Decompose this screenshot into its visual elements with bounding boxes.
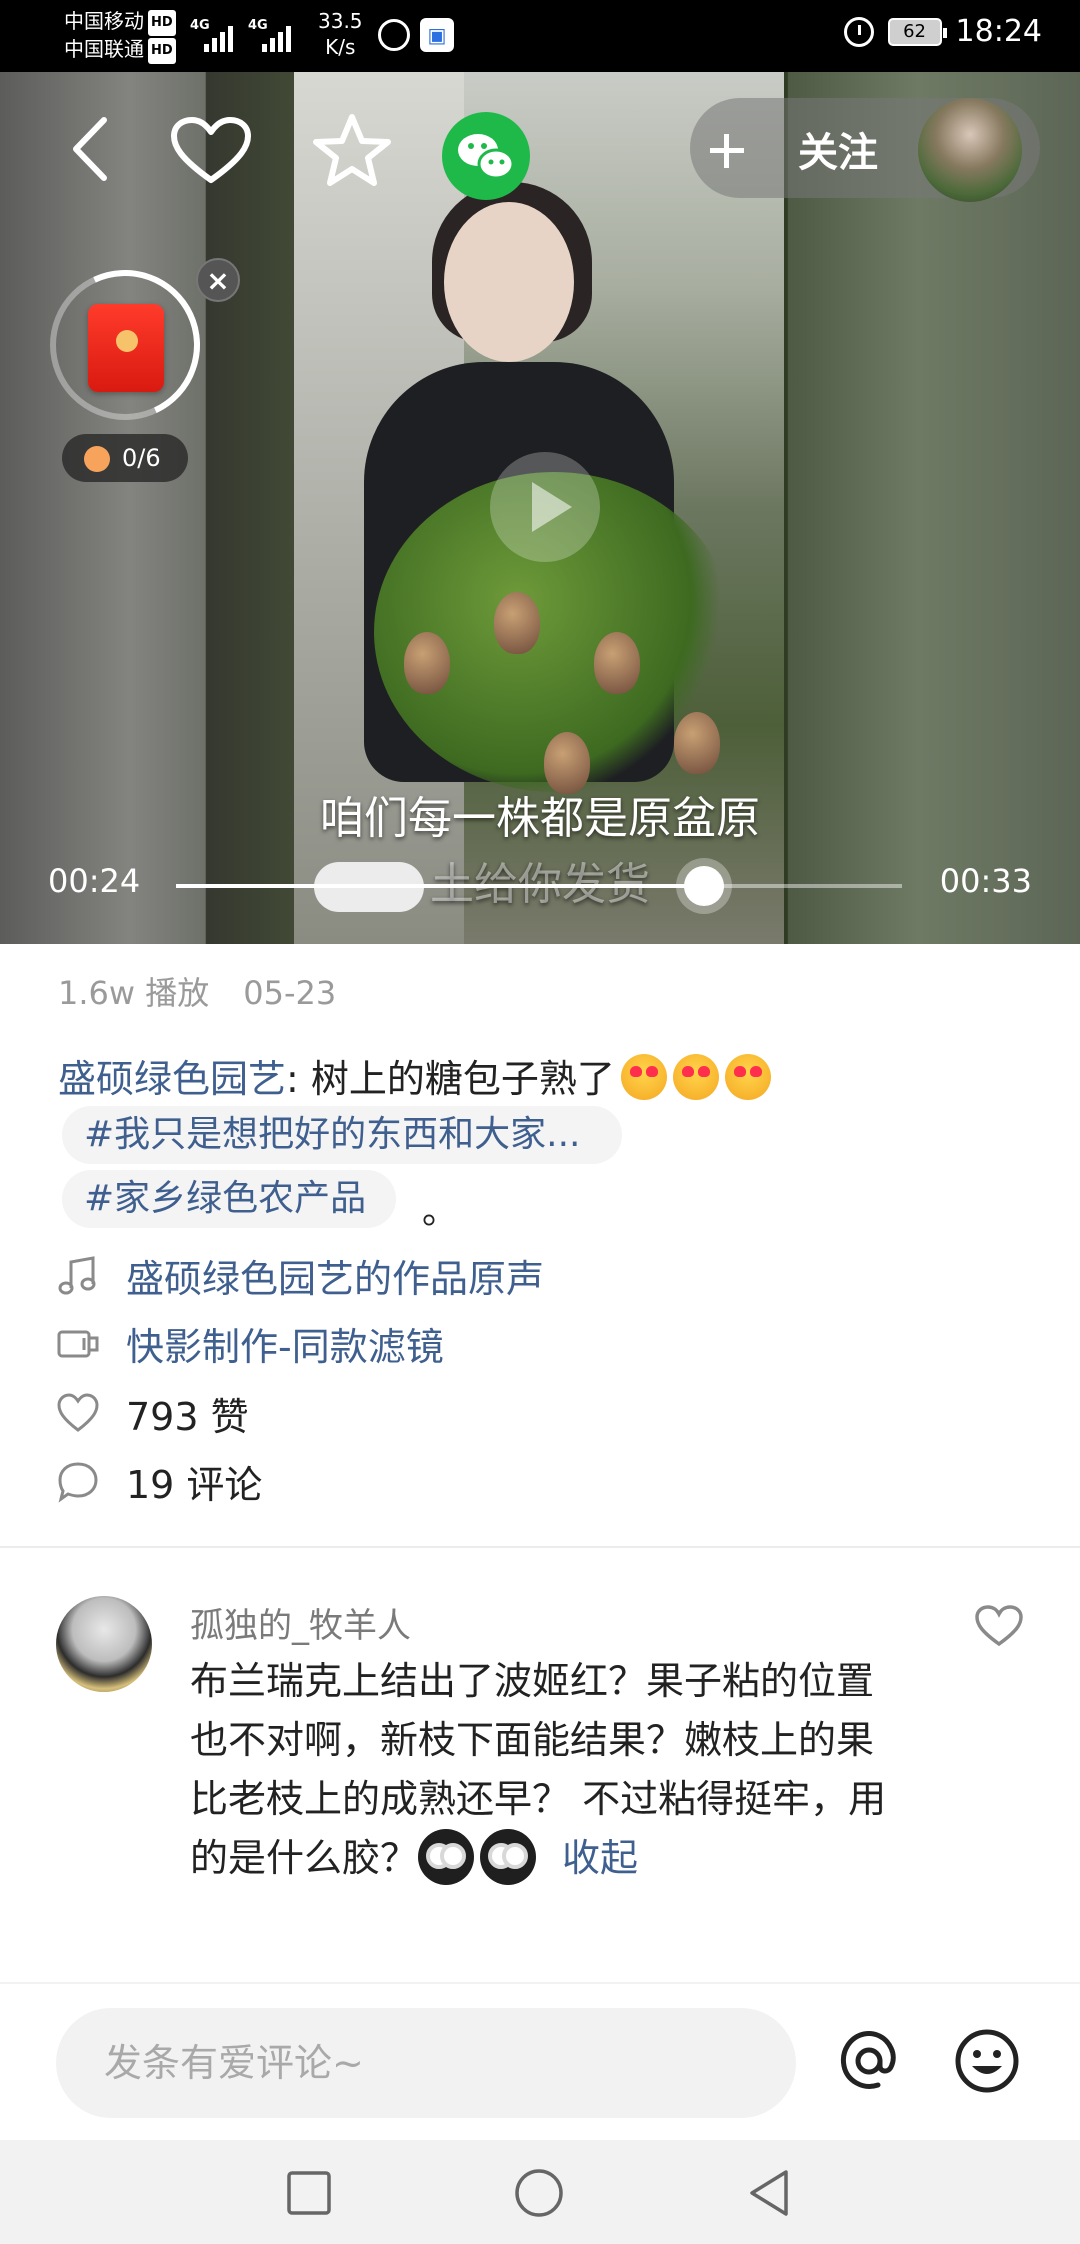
star-icon bbox=[313, 114, 391, 186]
video-editor-icon bbox=[57, 1330, 99, 1357]
music-link[interactable]: 盛硕绿色园艺的作品原声 bbox=[56, 1248, 544, 1303]
follow-label: 关注 bbox=[798, 130, 878, 176]
caption-text: : 树上的糖包子熟了 bbox=[286, 1057, 615, 1101]
author-avatar[interactable] bbox=[918, 98, 1022, 202]
app-notification-icon: ▣ bbox=[420, 18, 454, 52]
network-type-2: 4G bbox=[248, 18, 268, 33]
speed-value: 33.5 bbox=[318, 9, 363, 33]
status-bar: 中国移动 HD 中国联通 HD 4G 4G 33.5 K/s ▣ 62 18:24 bbox=[0, 0, 1080, 72]
play-count: 1.6w 播放 bbox=[58, 974, 210, 1012]
owl-sticker-icon bbox=[480, 1829, 537, 1885]
recents-button[interactable] bbox=[286, 2170, 332, 2220]
tool-label: 快影制作-同款滤镜 bbox=[126, 1325, 444, 1369]
redpacket-count: 0/6 bbox=[62, 434, 188, 482]
heart-eyes-emoji-icon bbox=[672, 1054, 719, 1100]
owl-sticker-icon bbox=[418, 1829, 475, 1885]
at-sign-icon bbox=[840, 2031, 896, 2089]
coin-star-icon bbox=[84, 446, 110, 472]
heart-eyes-emoji-icon bbox=[724, 1054, 771, 1100]
emoji-button[interactable] bbox=[952, 2026, 1022, 2100]
mention-button[interactable] bbox=[834, 2026, 904, 2100]
comment-input-bar: 发条有爱评论~ bbox=[0, 1982, 1080, 2140]
redpacket-icon[interactable] bbox=[88, 304, 164, 392]
speed-unit: K/s bbox=[325, 35, 356, 59]
collapse-link[interactable]: 收起 bbox=[562, 1836, 638, 1880]
alarm-icon bbox=[843, 16, 874, 47]
loading-circle-icon bbox=[378, 19, 410, 51]
carrier-2: 中国联通 bbox=[64, 37, 144, 61]
tool-link[interactable]: 快影制作-同款滤镜 bbox=[56, 1316, 444, 1371]
signal-icon: 4G bbox=[248, 18, 296, 52]
battery-icon: 62 bbox=[887, 17, 947, 46]
smiley-icon bbox=[955, 2029, 1019, 2093]
wechat-icon bbox=[458, 134, 515, 180]
hashtag-2[interactable]: #家乡绿色农产品 bbox=[62, 1170, 396, 1228]
comment-count-row[interactable]: 19 评论 bbox=[56, 1454, 262, 1509]
wechat-share-button[interactable] bbox=[442, 112, 530, 200]
hashtag-1[interactable]: #我只是想把好的东西和大家... bbox=[62, 1106, 622, 1164]
status-icons: ▣ bbox=[378, 18, 454, 52]
commenter-name[interactable]: 孤独的_牧羊人 bbox=[190, 1598, 411, 1647]
total-time: 00:33 bbox=[939, 862, 1032, 900]
author-link[interactable]: 盛硕绿色园艺 bbox=[58, 1057, 286, 1101]
hd-badge: HD bbox=[148, 38, 176, 64]
redpacket-count-label: 0/6 bbox=[122, 444, 161, 472]
comment-count: 19 评论 bbox=[126, 1463, 263, 1507]
heart-eyes-emoji-icon bbox=[620, 1054, 667, 1100]
triangle-back-icon bbox=[750, 2170, 788, 2216]
progress-bar[interactable] bbox=[176, 866, 902, 906]
post-date: 05-23 bbox=[243, 974, 337, 1012]
back-nav-button[interactable] bbox=[746, 2168, 792, 2222]
status-right: 62 18:24 bbox=[843, 14, 1042, 49]
video-caption: 盛硕绿色园艺: 树上的糖包子熟了 bbox=[58, 1048, 771, 1103]
like-count-row[interactable]: 793 赞 bbox=[56, 1386, 249, 1441]
play-icon[interactable] bbox=[490, 452, 600, 562]
favorite-button[interactable] bbox=[312, 112, 392, 188]
signal-icon: 4G bbox=[190, 18, 238, 52]
comment-like-button[interactable] bbox=[974, 1604, 1024, 1652]
network-speed: 33.5 K/s bbox=[318, 8, 363, 60]
network-type-1: 4G bbox=[190, 18, 210, 33]
clock: 18:24 bbox=[955, 14, 1042, 49]
circle-icon bbox=[515, 2169, 563, 2217]
home-button[interactable] bbox=[514, 2168, 564, 2222]
heart-icon bbox=[171, 117, 251, 183]
section-divider bbox=[0, 1546, 1080, 1548]
hd-badge: HD bbox=[148, 10, 176, 36]
music-note-icon bbox=[58, 1255, 96, 1294]
subtitle-line-1: 咱们每一株都是原盆原 bbox=[320, 793, 760, 844]
subtitle-line-2: 土给你发货 bbox=[430, 859, 650, 910]
comment-body: 布兰瑞克上结出了波姬红？果子粘的位置也不对啊，新枝下面能结果？嫩枝上的果比老枝上… bbox=[190, 1652, 910, 1888]
close-icon[interactable]: × bbox=[196, 258, 240, 302]
comment-bubble-icon bbox=[58, 1461, 98, 1503]
commenter-avatar[interactable] bbox=[56, 1596, 152, 1692]
caption-end: 。 bbox=[422, 1191, 459, 1232]
system-nav-bar bbox=[0, 2140, 1080, 2244]
comment-input[interactable]: 发条有爱评论~ bbox=[56, 2008, 796, 2118]
progress-fill bbox=[176, 884, 704, 888]
like-button[interactable] bbox=[170, 116, 252, 186]
follow-button[interactable]: 关注 bbox=[690, 98, 1040, 202]
like-count: 793 赞 bbox=[126, 1395, 249, 1439]
video-player[interactable]: 关注 × 0/6 咱们每一株都是原盆原 土给你发货 00:24 00:33 bbox=[0, 72, 1080, 944]
heart-icon bbox=[975, 1605, 1023, 1647]
progress-handle[interactable] bbox=[683, 866, 724, 906]
back-icon bbox=[73, 117, 107, 181]
comment-text: 布兰瑞克上结出了波姬红？果子粘的位置也不对啊，新枝下面能结果？嫩枝上的果比老枝上… bbox=[190, 1659, 887, 1880]
plus-icon bbox=[724, 134, 729, 168]
current-time: 00:24 bbox=[48, 862, 141, 900]
back-button[interactable] bbox=[66, 114, 116, 184]
square-icon bbox=[287, 2171, 331, 2215]
carrier-1: 中国移动 bbox=[64, 9, 144, 33]
video-meta: 1.6w 播放 05-23 bbox=[58, 968, 336, 1014]
signal-icons: 4G 4G bbox=[190, 18, 296, 52]
music-label: 盛硕绿色园艺的作品原声 bbox=[126, 1257, 545, 1301]
heart-outline-icon bbox=[57, 1392, 99, 1432]
carrier-info: 中国移动 HD 中国联通 HD bbox=[64, 8, 176, 64]
